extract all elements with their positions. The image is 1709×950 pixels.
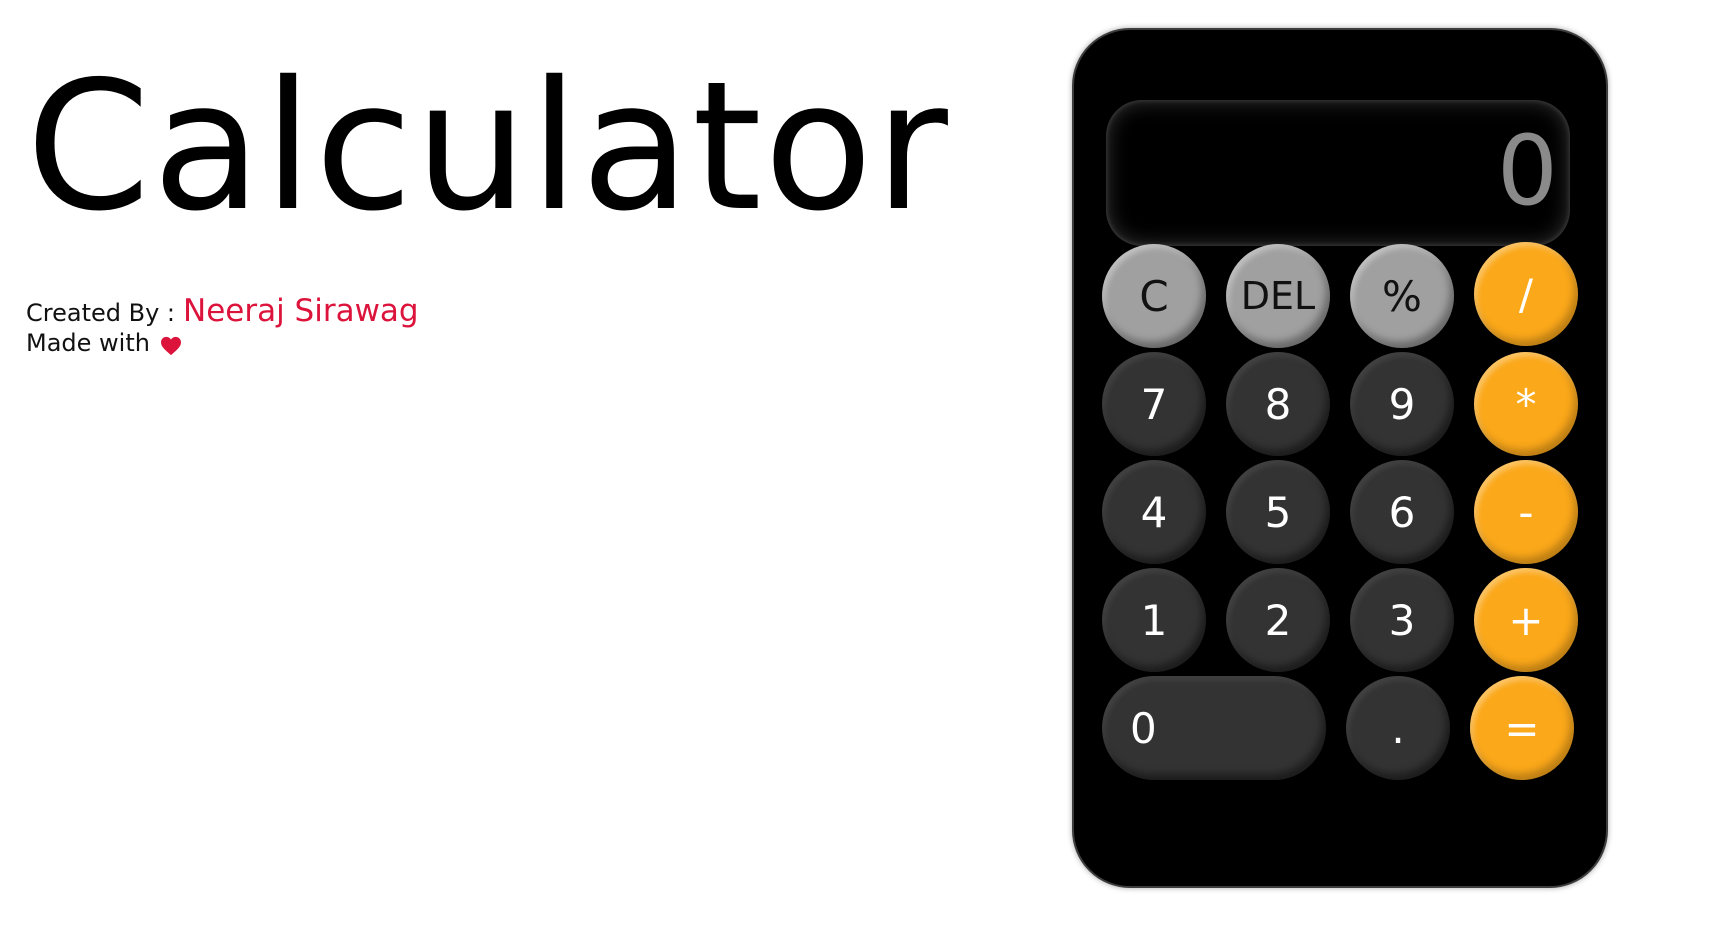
calculator: 0 C DEL % / 7 8 9 * 4 5 6 - 1 2 3 + 0 . … [1072, 28, 1608, 888]
page-title: Calculator [26, 43, 950, 250]
display-value: 0 [1496, 115, 1558, 227]
divide-button[interactable]: / [1474, 242, 1578, 346]
percent-button[interactable]: % [1350, 244, 1454, 348]
credits: Created By : Neeraj Sirawag Made with [26, 296, 419, 358]
digit-9-button[interactable]: 9 [1350, 352, 1454, 456]
equals-button[interactable]: = [1470, 676, 1574, 780]
digit-8-button[interactable]: 8 [1226, 352, 1330, 456]
page: Calculator Created By : Neeraj Sirawag M… [0, 0, 1709, 950]
digit-6-button[interactable]: 6 [1350, 460, 1454, 564]
digit-5-button[interactable]: 5 [1226, 460, 1330, 564]
created-by-label: Created By : [26, 299, 175, 327]
made-with-label: Made with [26, 329, 150, 357]
digit-7-button[interactable]: 7 [1102, 352, 1206, 456]
author-name: Neeraj Sirawag [183, 293, 419, 329]
multiply-button[interactable]: * [1474, 352, 1578, 456]
add-button[interactable]: + [1474, 568, 1578, 672]
digit-1-button[interactable]: 1 [1102, 568, 1206, 672]
digit-2-button[interactable]: 2 [1226, 568, 1330, 672]
made-with-line: Made with [26, 328, 419, 358]
delete-button[interactable]: DEL [1226, 244, 1330, 348]
heart-icon [160, 333, 182, 356]
digit-0-button[interactable]: 0 [1102, 676, 1326, 780]
clear-button[interactable]: C [1102, 244, 1206, 348]
digit-3-button[interactable]: 3 [1350, 568, 1454, 672]
calculator-display: 0 [1106, 100, 1570, 246]
digit-4-button[interactable]: 4 [1102, 460, 1206, 564]
subtract-button[interactable]: - [1474, 460, 1578, 564]
created-by-line: Created By : Neeraj Sirawag [26, 296, 419, 328]
decimal-button[interactable]: . [1346, 676, 1450, 780]
